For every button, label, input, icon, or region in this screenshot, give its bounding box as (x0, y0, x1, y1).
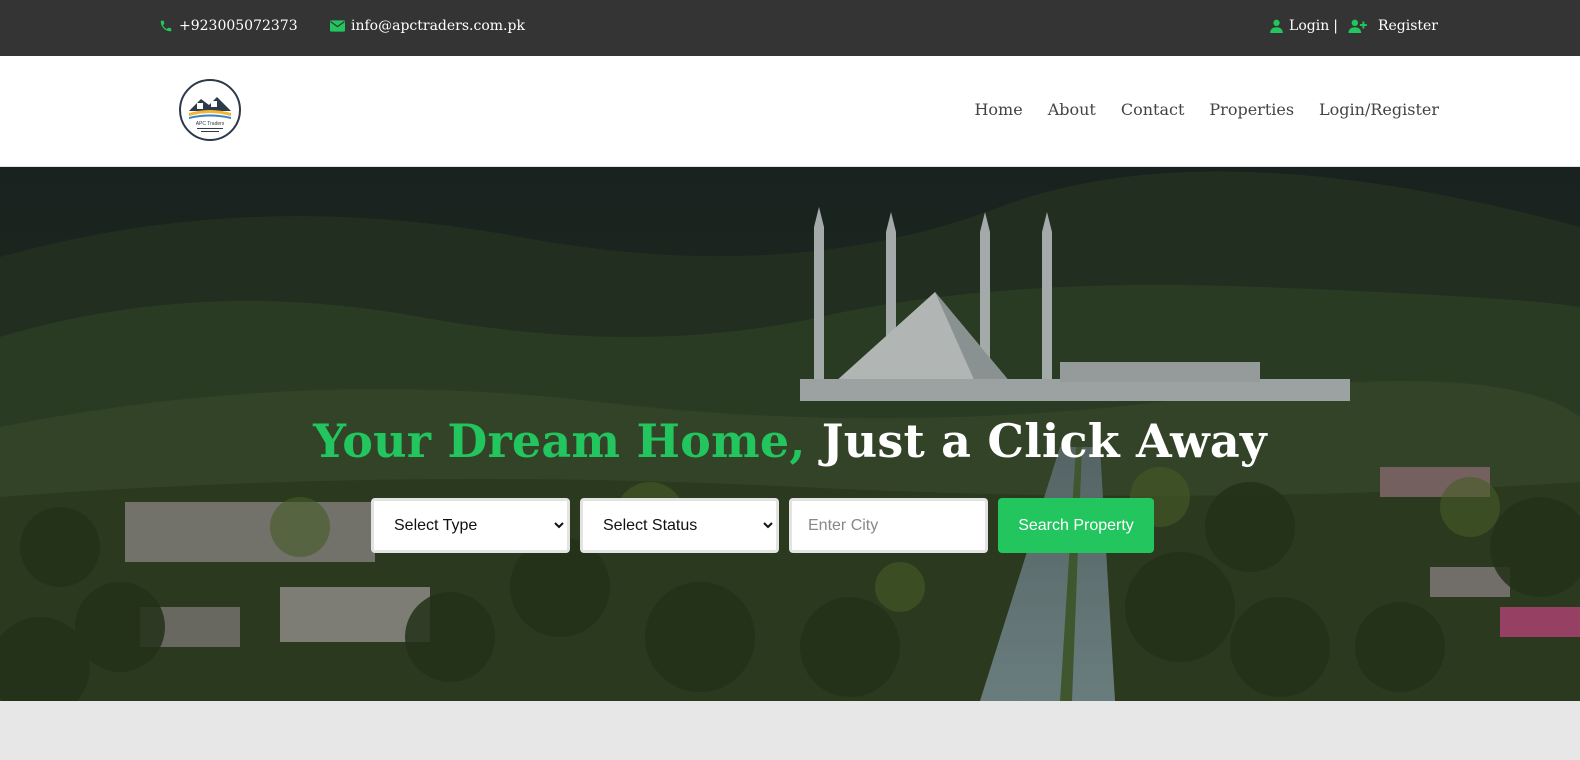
hero-section: Your Dream Home, Just a Click Away Selec… (0, 167, 1580, 701)
user-plus-icon (1348, 19, 1367, 33)
phone-contact[interactable]: +923005072373 (159, 18, 298, 34)
login-link[interactable]: Login (1289, 18, 1329, 34)
hero-heading-accent: Your Dream Home, (313, 414, 806, 468)
nav-properties[interactable]: Properties (1209, 100, 1294, 119)
nav-about[interactable]: About (1048, 100, 1096, 119)
email-address: info@apctraders.com.pk (351, 18, 525, 34)
status-select[interactable]: Select Status (580, 498, 779, 553)
nav-home[interactable]: Home (974, 100, 1022, 119)
page-content-area (0, 701, 1580, 760)
logo-emblem-icon: APC Traders (189, 97, 231, 132)
site-logo[interactable]: APC Traders (179, 79, 241, 141)
user-icon (1270, 19, 1283, 33)
hero-heading: Your Dream Home, Just a Click Away (0, 414, 1580, 468)
city-input[interactable] (789, 498, 988, 553)
register-link[interactable]: Register (1378, 18, 1438, 34)
auth-separator: | (1333, 18, 1338, 34)
search-property-button[interactable]: Search Property (998, 498, 1154, 553)
auth-links: Login | Register (1270, 18, 1438, 34)
phone-number: +923005072373 (179, 18, 298, 34)
type-select[interactable]: Select Type (371, 498, 570, 553)
property-search-form: Select Type Select Status Search Propert… (371, 498, 1154, 553)
hero-heading-rest: Just a Click Away (821, 414, 1267, 468)
envelope-icon (330, 20, 345, 32)
email-contact[interactable]: info@apctraders.com.pk (330, 18, 525, 34)
top-bar: +923005072373 info@apctraders.com.pk Log… (0, 0, 1580, 56)
logo-text: APC Traders (196, 121, 225, 127)
nav-contact[interactable]: Contact (1121, 100, 1185, 119)
nav-login-register[interactable]: Login/Register (1319, 100, 1439, 119)
main-nav: Home About Contact Properties Login/Regi… (974, 100, 1439, 119)
phone-icon (160, 20, 172, 32)
site-header: APC Traders Home About Contact Propertie… (0, 56, 1580, 167)
